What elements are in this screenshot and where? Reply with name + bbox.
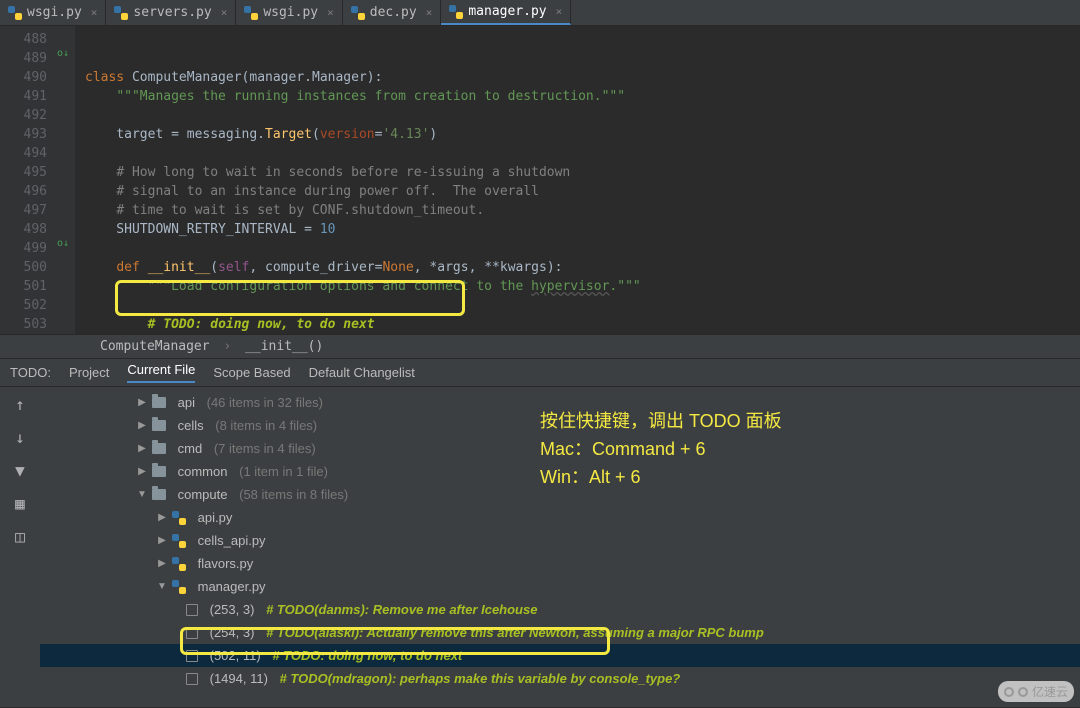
tab-label: servers.py — [133, 5, 211, 20]
todo-item-1494[interactable]: (1494, 11) # TODO(mdragon): perhaps make… — [40, 667, 1080, 690]
breadcrumb[interactable]: ComputeManager › __init__() — [0, 334, 1080, 359]
chevron-right-icon[interactable]: ▶ — [156, 530, 168, 551]
annotation-overlay: 按住快捷键，调出 TODO 面板 Mac：Command + 6 Win：Alt… — [540, 407, 782, 491]
todo-panel-header: TODO: Project Current File Scope Based D… — [0, 359, 1080, 387]
python-icon — [172, 580, 186, 594]
close-icon[interactable]: × — [91, 6, 98, 19]
highlight-box-todo — [180, 627, 610, 655]
chevron-right-icon[interactable]: ▶ — [136, 461, 148, 482]
group-icon[interactable]: ▦ — [15, 494, 25, 513]
tab-wsgi-1[interactable]: wsgi.py × — [0, 0, 106, 25]
folder-icon — [152, 489, 166, 500]
chevron-right-icon[interactable]: ▶ — [136, 392, 148, 413]
todo-tab-changelist[interactable]: Default Changelist — [309, 365, 415, 380]
arrow-down-icon[interactable]: ↓ — [15, 428, 25, 447]
tab-label: manager.py — [468, 4, 546, 19]
tree-file-cells-api[interactable]: ▶ cells_api.py — [40, 529, 1080, 552]
python-icon — [8, 6, 22, 20]
chevron-right-icon[interactable]: ▶ — [136, 415, 148, 436]
folder-icon — [152, 466, 166, 477]
watermark: 亿速云 — [998, 681, 1074, 702]
chevron-right-icon[interactable]: ▶ — [156, 507, 168, 528]
override-icon[interactable]: o↓ — [57, 238, 69, 249]
highlight-box-editor — [115, 280, 465, 316]
code-area[interactable]: class ComputeManager(manager.Manager): "… — [75, 26, 641, 334]
python-icon — [172, 534, 186, 548]
tab-manager[interactable]: manager.py × — [441, 0, 571, 25]
python-icon — [244, 6, 258, 20]
close-icon[interactable]: × — [221, 6, 228, 19]
chevron-down-icon[interactable]: ▼ — [156, 576, 168, 597]
annotation-line1: 按住快捷键，调出 TODO 面板 — [540, 407, 782, 435]
editor-tabbar: wsgi.py × servers.py × wsgi.py × dec.py … — [0, 0, 1080, 26]
python-icon — [172, 557, 186, 571]
todo-panel-body: ↑ ↓ ▼ ▦ ◫ ▶ api (46 items in 32 files) ▶… — [0, 387, 1080, 707]
todo-tab-current-file[interactable]: Current File — [127, 362, 195, 383]
close-icon[interactable]: × — [327, 6, 334, 19]
todo-item-icon — [186, 673, 198, 685]
todo-item-icon — [186, 604, 198, 616]
tab-label: wsgi.py — [27, 5, 82, 20]
chevron-right-icon: › — [223, 339, 231, 354]
tree-file-api[interactable]: ▶ api.py — [40, 506, 1080, 529]
filter-icon[interactable]: ▼ — [15, 461, 25, 480]
python-icon — [449, 5, 463, 19]
arrow-up-icon[interactable]: ↑ — [15, 395, 25, 414]
tree-file-manager[interactable]: ▼ manager.py — [40, 575, 1080, 598]
annotation-line2: Mac：Command + 6 — [540, 435, 782, 463]
chevron-down-icon[interactable]: ▼ — [136, 484, 148, 505]
todo-item-253[interactable]: (253, 3) # TODO(danms): Remove me after … — [40, 598, 1080, 621]
layout-icon[interactable]: ◫ — [15, 527, 25, 546]
chevron-right-icon[interactable]: ▶ — [136, 438, 148, 459]
line-number-gutter: 488489490491 492493494495 496497498499 5… — [0, 26, 55, 334]
close-icon[interactable]: × — [426, 6, 433, 19]
todo-comment: # TODO: doing now, to do next — [148, 317, 375, 332]
tab-dec[interactable]: dec.py × — [343, 0, 442, 25]
todo-tab-scope[interactable]: Scope Based — [213, 365, 290, 380]
tab-wsgi-2[interactable]: wsgi.py × — [236, 0, 342, 25]
todo-toolbar: ↑ ↓ ▼ ▦ ◫ — [0, 387, 40, 707]
tab-label: wsgi.py — [263, 5, 318, 20]
python-icon — [114, 6, 128, 20]
close-icon[interactable]: × — [556, 5, 563, 18]
chevron-right-icon[interactable]: ▶ — [156, 553, 168, 574]
folder-icon — [152, 443, 166, 454]
folder-icon — [152, 397, 166, 408]
code-editor[interactable]: 488489490491 492493494495 496497498499 5… — [0, 26, 1080, 334]
annotation-line3: Win：Alt + 6 — [540, 463, 782, 491]
folder-icon — [152, 420, 166, 431]
tab-label: dec.py — [370, 5, 417, 20]
override-icon[interactable]: o↓ — [57, 48, 69, 59]
breadcrumb-method[interactable]: __init__() — [245, 339, 323, 354]
todo-panel-title: TODO: — [10, 365, 51, 380]
tree-file-flavors[interactable]: ▶ flavors.py — [40, 552, 1080, 575]
python-icon — [172, 511, 186, 525]
gutter-marks: o↓ o↓ — [55, 26, 75, 334]
python-icon — [351, 6, 365, 20]
watermark-text: 亿速云 — [1032, 683, 1068, 700]
tab-servers[interactable]: servers.py × — [106, 0, 236, 25]
breadcrumb-class[interactable]: ComputeManager — [100, 339, 210, 354]
todo-tree[interactable]: ▶ api (46 items in 32 files) ▶ cells (8 … — [40, 387, 1080, 707]
